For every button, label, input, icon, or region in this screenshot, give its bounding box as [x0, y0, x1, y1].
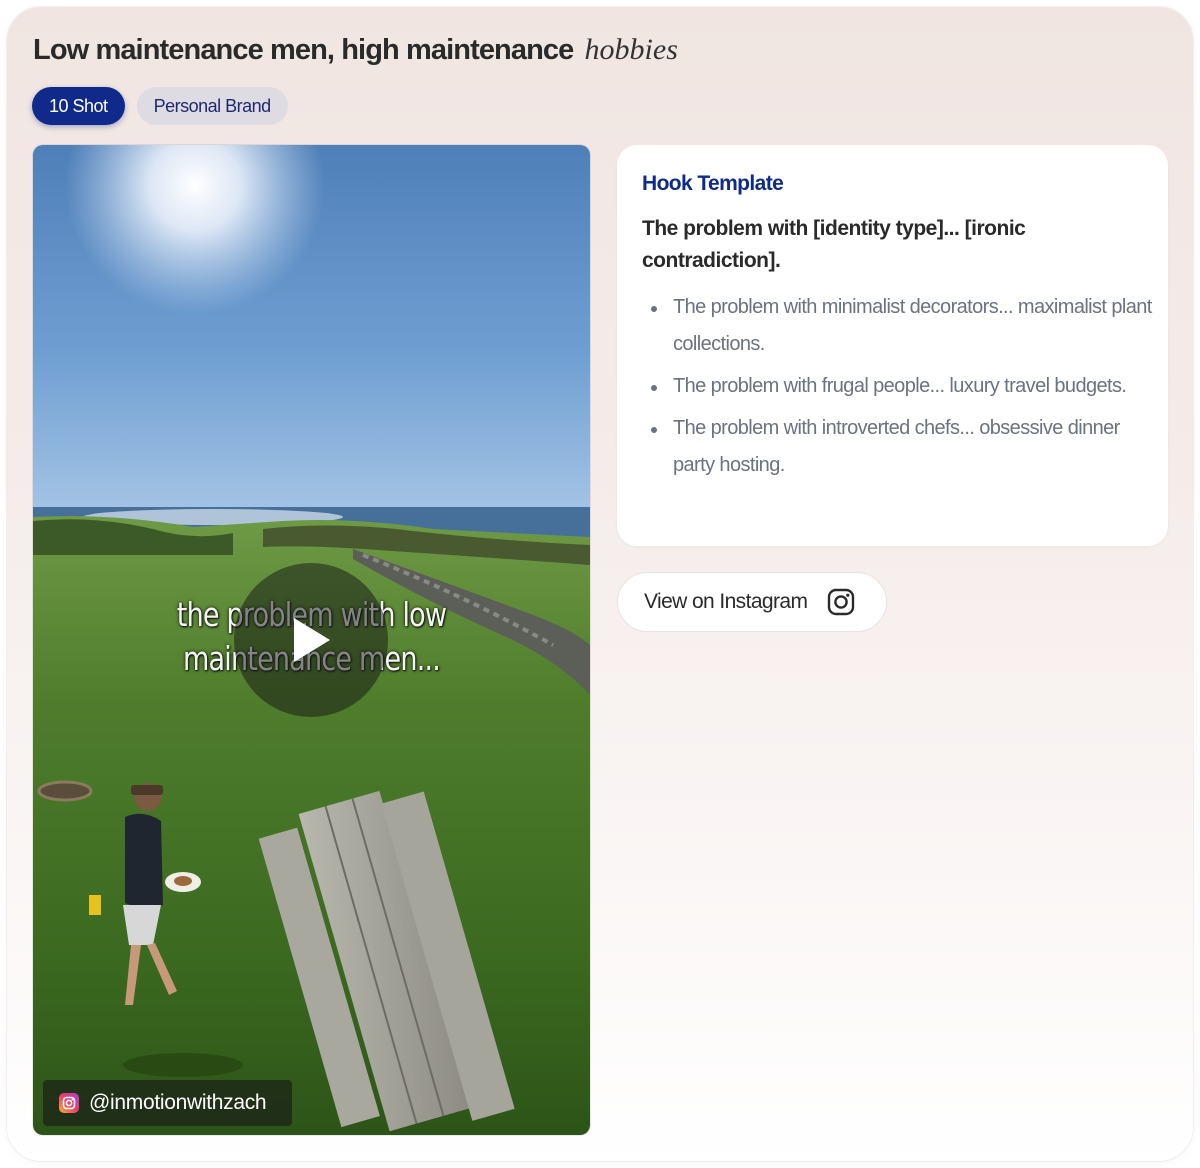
hook-example: The problem with frugal people... luxury… — [651, 368, 1153, 405]
view-on-instagram-button[interactable]: View on Instagram — [617, 572, 887, 632]
hook-template-text: The problem with [identity type]... [iro… — [642, 217, 1026, 272]
creator-handle[interactable]: @inmotionwithzach — [43, 1080, 293, 1126]
hook-example: The problem with minimalist decorators..… — [651, 289, 1153, 363]
title-main: Low maintenance men, high maintenance — [33, 34, 574, 66]
hook-examples: The problem with minimalist decorators..… — [651, 289, 1153, 489]
hook-example: The problem with introverted chefs... ob… — [651, 410, 1153, 484]
view-on-instagram-label: View on Instagram — [644, 590, 808, 613]
video-player[interactable]: the problem with low maintenance men... … — [33, 145, 590, 1135]
instagram-badge-icon — [59, 1093, 79, 1113]
title-italic: hobbies — [584, 33, 678, 66]
play-button[interactable] — [234, 563, 388, 717]
tag-personal-brand[interactable]: Personal Brand — [136, 87, 288, 125]
tag-10-shot[interactable]: 10 Shot — [32, 87, 125, 125]
play-icon — [294, 618, 330, 662]
page-title: Low maintenance men, high maintenance ho… — [33, 33, 678, 67]
hook-label: Hook Template — [642, 172, 784, 195]
tag-list: 10 Shot Personal Brand — [32, 87, 288, 125]
hook-template-card: Hook Template The problem with [identity… — [617, 145, 1168, 546]
instagram-icon — [828, 588, 855, 616]
content-card: Low maintenance men, high maintenance ho… — [7, 7, 1193, 1161]
handle-text: @inmotionwithzach — [89, 1091, 267, 1114]
